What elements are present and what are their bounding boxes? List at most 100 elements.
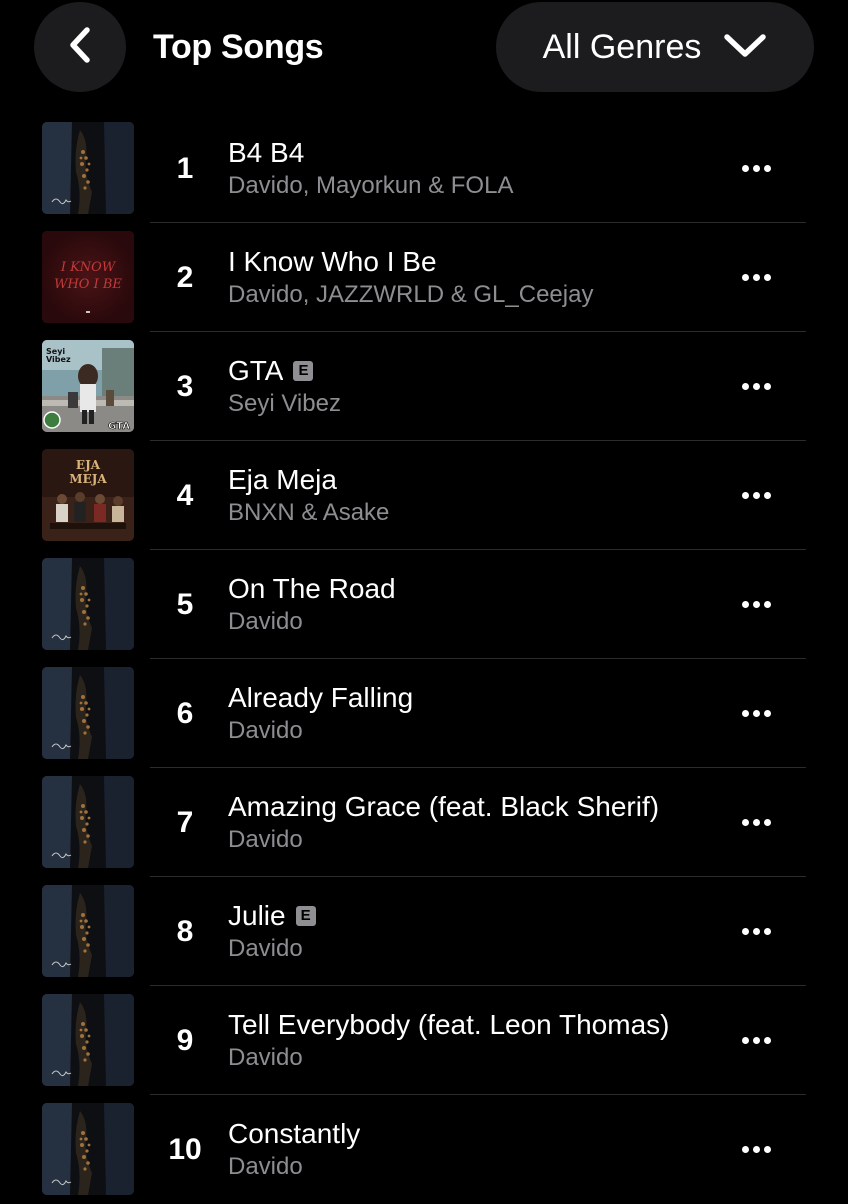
chevron-left-icon: [65, 25, 95, 70]
album-artwork[interactable]: [42, 885, 134, 977]
album-artwork[interactable]: [42, 667, 134, 759]
more-icon-dot: [763, 600, 771, 608]
more-icon: [741, 1036, 749, 1044]
song-title: Constantly: [228, 1118, 361, 1149]
song-artist: Seyi Vibez: [228, 390, 341, 417]
more-options-button[interactable]: [726, 148, 786, 188]
chart-rank: 6: [176, 697, 194, 730]
more-icon-dot: [752, 818, 760, 826]
song-artist: Davido: [228, 1153, 303, 1180]
chart-rank: 10: [168, 1133, 202, 1166]
song-row[interactable]: 10 Constantly Davido: [0, 1095, 848, 1204]
album-artwork[interactable]: [42, 994, 134, 1086]
song-row[interactable]: EJA MEJA 4 Eja Meja BNXN & Asake: [0, 441, 848, 550]
album-artwork[interactable]: EJA MEJA: [42, 449, 134, 541]
song-info: Amazing Grace (feat. Black Sherif) Davido: [228, 790, 708, 856]
album-artwork[interactable]: [42, 1103, 134, 1195]
more-icon: [741, 1145, 749, 1153]
song-info: Constantly Davido: [228, 1117, 708, 1183]
more-icon-dot: [752, 164, 760, 172]
song-artist: Davido, JAZZWRLD & GL_Ceejay: [228, 281, 594, 308]
song-artist: Davido: [228, 717, 303, 744]
song-title: Already Falling: [228, 682, 414, 713]
album-artwork[interactable]: [42, 776, 134, 868]
more-options-button[interactable]: [726, 475, 786, 515]
song-info: Julie E Davido: [228, 899, 708, 965]
song-row[interactable]: 7 Amazing Grace (feat. Black Sherif) David…: [0, 768, 848, 877]
explicit-badge: E: [295, 906, 316, 926]
more-icon-dot: [752, 382, 760, 390]
genre-filter-button[interactable]: All Genres: [496, 2, 814, 92]
svg-text:Vibez: Vibez: [46, 355, 71, 364]
more-icon-dot: [752, 273, 760, 281]
album-artwork[interactable]: [42, 558, 134, 650]
song-artist: Davido: [228, 608, 303, 635]
more-options-button[interactable]: [726, 366, 786, 406]
song-info: B4 B4 Davido, Mayorkun & FOLA: [228, 136, 708, 202]
more-options-button[interactable]: [726, 911, 786, 951]
song-row[interactable]: 9 Tell Everybody (feat. Leon Thomas) David…: [0, 986, 848, 1095]
song-title: Tell Everybody (feat. Leon Thomas): [228, 1009, 670, 1040]
svg-text:I KNOW: I KNOW: [60, 260, 117, 275]
album-artwork[interactable]: I KNOW WHO I BE: [42, 231, 134, 323]
song-title: B4 B4: [228, 137, 305, 168]
chart-rank: 2: [176, 261, 194, 294]
more-icon-dot: [763, 1036, 771, 1044]
song-info: GTA E Seyi Vibez: [228, 354, 708, 420]
more-icon-dot: [763, 164, 771, 172]
chart-rank: 4: [176, 479, 194, 512]
song-row[interactable]: 8 Julie E Davido: [0, 877, 848, 986]
song-info: I Know Who I Be Davido, JAZZWRLD & GL_Cee…: [228, 245, 708, 311]
chevron-down-icon: [723, 30, 767, 65]
song-info: Already Falling Davido: [228, 681, 708, 747]
song-row[interactable]: I KNOW WHO I BE 2 I Know Who I Be Davido, JA…: [0, 223, 848, 332]
chart-rank: 3: [176, 370, 194, 403]
more-icon-dot: [763, 273, 771, 281]
more-options-button[interactable]: [726, 257, 786, 297]
album-artwork[interactable]: Seyi Vibez GTA: [42, 340, 134, 432]
song-row[interactable]: 6 Already Falling Davido: [0, 659, 848, 768]
more-icon-dot: [752, 1036, 760, 1044]
song-row[interactable]: Seyi Vibez GTA 3 GTA E Seyi Vibez: [0, 332, 848, 441]
song-row[interactable]: 1 B4 B4 Davido, Mayorkun & FOLA: [0, 114, 848, 223]
more-options-button[interactable]: [726, 693, 786, 733]
song-title: Julie: [228, 900, 286, 931]
more-icon-dot: [763, 818, 771, 826]
song-artist: Davido: [228, 826, 303, 853]
song-artist: Davido: [228, 1044, 303, 1071]
more-icon-dot: [763, 1145, 771, 1153]
more-options-button[interactable]: [726, 1020, 786, 1060]
song-row[interactable]: 5 On The Road Davido: [0, 550, 848, 659]
genre-filter-label: All Genres: [542, 28, 702, 66]
more-icon: [741, 709, 749, 717]
more-icon-dot: [752, 927, 760, 935]
svg-text:MEJA: MEJA: [69, 472, 107, 486]
more-icon: [741, 491, 749, 499]
chart-rank: 1: [176, 152, 194, 185]
more-icon-dot: [752, 1145, 760, 1153]
more-icon: [741, 164, 749, 172]
more-options-button[interactable]: [726, 1129, 786, 1169]
chart-rank: 5: [176, 588, 194, 621]
chart-rank: 8: [176, 915, 194, 948]
album-artwork[interactable]: [42, 122, 134, 214]
more-icon: [741, 600, 749, 608]
more-icon-dot: [752, 709, 760, 717]
chart-rank: 7: [176, 806, 194, 839]
song-info: Tell Everybody (feat. Leon Thomas) Davido: [228, 1008, 708, 1074]
song-artist: BNXN & Asake: [228, 499, 390, 526]
more-icon: [741, 273, 749, 281]
svg-text:WHO I BE: WHO I BE: [54, 277, 122, 292]
more-options-button[interactable]: [726, 802, 786, 842]
song-info: Eja Meja BNXN & Asake: [228, 463, 708, 529]
more-icon-dot: [752, 600, 760, 608]
more-options-button[interactable]: [726, 584, 786, 624]
more-icon-dot: [763, 382, 771, 390]
more-icon-dot: [763, 491, 771, 499]
more-icon-dot: [752, 491, 760, 499]
song-list: 1 B4 B4 Davido, Mayorkun & FOLA I KNOW WHO I…: [0, 114, 848, 1204]
back-button[interactable]: [34, 2, 126, 92]
song-artist: Davido, Mayorkun & FOLA: [228, 172, 514, 199]
more-icon: [741, 927, 749, 935]
more-icon: [741, 382, 749, 390]
